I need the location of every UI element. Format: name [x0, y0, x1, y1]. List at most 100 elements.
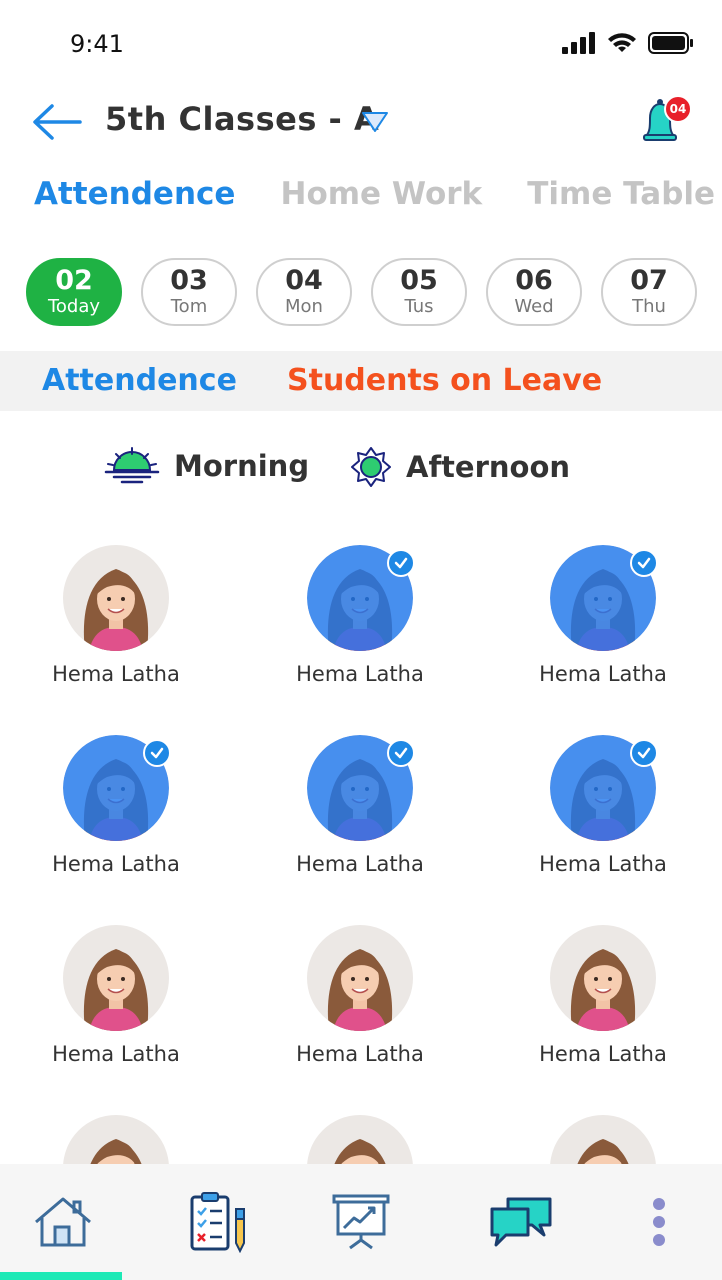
- date-day: 07: [630, 265, 668, 296]
- student-name: Hema Latha: [539, 1042, 667, 1066]
- student-card[interactable]: [503, 1110, 703, 1165]
- nav-messages[interactable]: [486, 1190, 556, 1254]
- student-card[interactable]: Hema Latha: [260, 920, 460, 1090]
- student-card[interactable]: Hema Latha: [16, 920, 216, 1090]
- tab-home-work[interactable]: Home Work: [281, 176, 483, 212]
- student-avatar-wrap: [307, 925, 413, 1031]
- status-time: 9:41: [70, 30, 124, 58]
- battery-icon: [648, 32, 693, 54]
- date-pill-tom[interactable]: 03 Tom: [141, 258, 237, 326]
- class-dropdown[interactable]: [360, 110, 390, 134]
- date-pill-mon[interactable]: 04 Mon: [256, 258, 352, 326]
- triangle-down-icon: [362, 112, 388, 132]
- arrow-left-icon: [33, 104, 82, 140]
- student-name: Hema Latha: [52, 662, 180, 686]
- date-day: 04: [285, 265, 323, 296]
- notification-badge: 04: [664, 95, 692, 123]
- session-afternoon-label: Afternoon: [406, 450, 571, 484]
- date-label: Wed: [514, 296, 554, 317]
- student-name: Hema Latha: [539, 852, 667, 876]
- more-vertical-icon: [653, 1198, 665, 1246]
- class-title[interactable]: 5th Classes - A: [105, 100, 379, 138]
- date-label: Today: [47, 296, 101, 317]
- date-pill-thu[interactable]: 07 Thu: [601, 258, 697, 326]
- student-card[interactable]: [260, 1110, 460, 1165]
- check-icon: [630, 549, 658, 577]
- home-icon: [35, 1197, 91, 1247]
- student-avatar-wrap: [550, 545, 658, 651]
- session-afternoon[interactable]: Afternoon: [350, 446, 570, 488]
- check-icon: [143, 739, 171, 767]
- signal-icon: [562, 32, 595, 54]
- student-name: Hema Latha: [539, 662, 667, 686]
- student-name: Hema Latha: [296, 1042, 424, 1066]
- student-card[interactable]: Hema Latha: [16, 730, 216, 900]
- student-avatar-wrap: [63, 735, 171, 841]
- student-card[interactable]: [16, 1110, 216, 1165]
- student-avatar-wrap: [307, 545, 415, 651]
- student-avatar-wrap: [63, 545, 169, 651]
- check-icon: [387, 549, 415, 577]
- date-pill-tus[interactable]: 05 Tus: [371, 258, 467, 326]
- sun-icon: [351, 447, 391, 487]
- status-icons: [562, 32, 694, 54]
- date-pill-wed[interactable]: 06 Wed: [486, 258, 582, 326]
- student-avatar-wrap: [63, 1115, 169, 1165]
- subtab-students-on-leave[interactable]: Students on Leave: [287, 363, 602, 398]
- sunrise-icon: [104, 447, 160, 484]
- date-label: Tom: [170, 296, 208, 317]
- bottom-nav: [0, 1164, 722, 1280]
- session-morning[interactable]: Morning: [104, 446, 309, 486]
- student-name: Hema Latha: [52, 1042, 180, 1066]
- student-avatar: [307, 1115, 413, 1165]
- student-avatar-wrap: [550, 1115, 656, 1165]
- student-card[interactable]: Hema Latha: [260, 730, 460, 900]
- student-name: Hema Latha: [52, 852, 180, 876]
- student-card[interactable]: Hema Latha: [16, 540, 216, 710]
- tab-attendance[interactable]: Attendence: [34, 176, 235, 212]
- student-avatar: [307, 925, 413, 1031]
- student-avatar-wrap: [63, 925, 169, 1031]
- student-grid: Hema Latha Hema Latha Hema Latha Hema La…: [0, 540, 722, 1165]
- main-tabs: Attendence Home Work Time Table S: [34, 176, 722, 224]
- student-avatar: [63, 545, 169, 651]
- student-avatar-wrap: [307, 735, 415, 841]
- header: 5th Classes - A: [0, 92, 722, 152]
- date-day: 03: [170, 265, 208, 296]
- nav-timetable[interactable]: [326, 1190, 396, 1254]
- chat-icon: [490, 1197, 552, 1247]
- nav-more[interactable]: [624, 1190, 694, 1254]
- active-nav-indicator: [0, 1272, 122, 1280]
- student-name: Hema Latha: [296, 662, 424, 686]
- status-bar: 9:41: [0, 0, 722, 88]
- date-day: 06: [515, 265, 553, 296]
- student-avatar-wrap: [307, 1115, 413, 1165]
- date-day: 02: [55, 265, 93, 296]
- date-pill-today[interactable]: 02 Today: [26, 258, 122, 326]
- student-card[interactable]: Hema Latha: [503, 920, 703, 1090]
- check-icon: [387, 739, 415, 767]
- date-selector: 02 Today 03 Tom 04 Mon 05 Tus 06 Wed 07 …: [26, 258, 722, 326]
- student-avatar: [63, 925, 169, 1031]
- date-label: Thu: [632, 296, 666, 317]
- sub-tabs: Attendence Students on Leave: [0, 351, 722, 411]
- student-card[interactable]: Hema Latha: [503, 540, 703, 710]
- student-avatar: [63, 1115, 169, 1165]
- session-morning-label: Morning: [174, 449, 310, 483]
- nav-home[interactable]: [28, 1190, 98, 1254]
- session-selector: Morning Afternoon: [0, 440, 722, 500]
- date-label: Mon: [285, 296, 323, 317]
- tab-time-table[interactable]: Time Table: [527, 176, 715, 212]
- student-card[interactable]: Hema Latha: [260, 540, 460, 710]
- nav-homework[interactable]: [182, 1190, 252, 1254]
- student-avatar-wrap: [550, 925, 656, 1031]
- student-avatar: [550, 1115, 656, 1165]
- subtab-attendance[interactable]: Attendence: [42, 363, 237, 398]
- back-button[interactable]: [30, 100, 84, 144]
- clipboard-icon: [190, 1192, 245, 1253]
- wifi-icon: [608, 33, 636, 52]
- student-card[interactable]: Hema Latha: [503, 730, 703, 900]
- student-avatar-wrap: [550, 735, 658, 841]
- student-avatar: [550, 925, 656, 1031]
- check-icon: [630, 739, 658, 767]
